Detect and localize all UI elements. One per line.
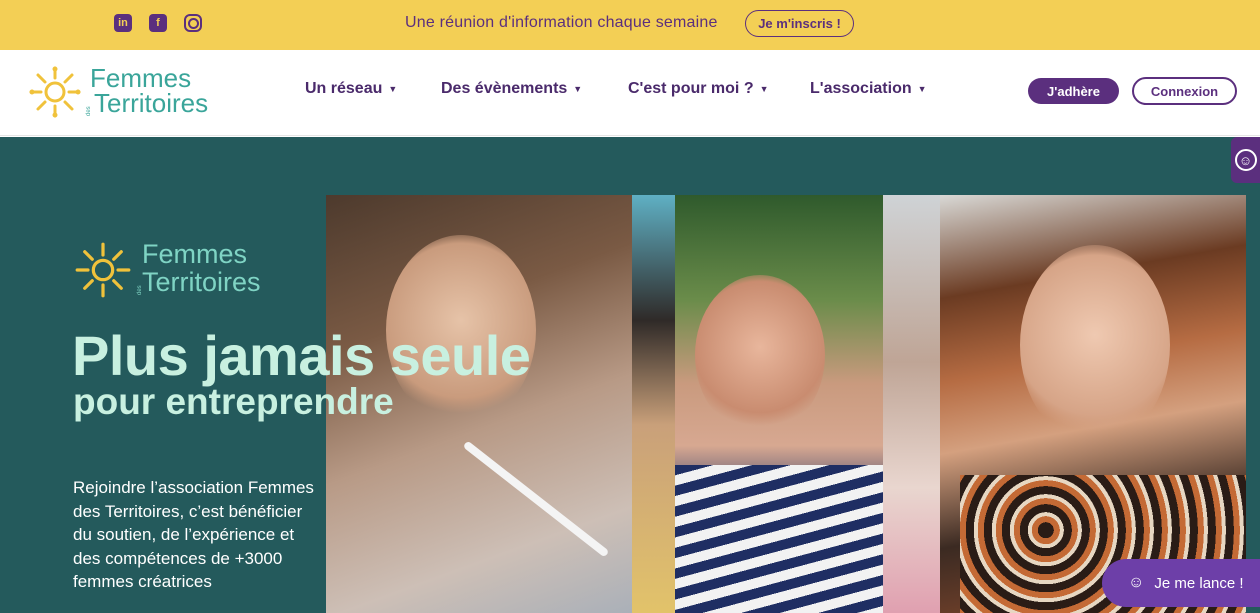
- nav-label: Des évènements: [441, 80, 568, 97]
- nav-cest-pour-moi[interactable]: C'est pour moi ? ▼: [628, 80, 769, 98]
- hero-photo-woman-laughing: [675, 195, 883, 613]
- chat-launcher-button[interactable]: ☺ Je me lance !: [1102, 559, 1260, 607]
- sun-logo-icon: [29, 66, 81, 118]
- nav-un-reseau[interactable]: Un réseau ▼: [305, 80, 397, 98]
- chevron-down-icon: ▼: [759, 84, 769, 94]
- chevron-down-icon: ▼: [917, 84, 927, 94]
- hero-section: Femmes des Territoires Plus jamais seule…: [0, 137, 1260, 613]
- linkedin-icon[interactable]: in: [114, 14, 132, 32]
- accessibility-icon: ☺: [1234, 149, 1257, 171]
- hero-photo-collage: [326, 195, 1246, 613]
- hero-logo-text-territoires: Territoires: [142, 267, 261, 297]
- hero-subtitle: pour entreprendre: [73, 381, 394, 422]
- nav-label: C'est pour moi ?: [628, 80, 754, 97]
- hero-description: Rejoindre l’association Femmes des Terri…: [73, 478, 314, 592]
- join-button[interactable]: J'adhère: [1028, 78, 1119, 104]
- hero-photo-strip-1: [632, 195, 675, 613]
- facebook-icon[interactable]: f: [149, 14, 167, 32]
- smile-icon: ☺: [1128, 574, 1145, 591]
- hero-logo-text-femmes: Femmes: [142, 239, 248, 269]
- logo-text-des: des: [86, 106, 92, 116]
- hero-photo-strip-2: [883, 195, 940, 613]
- nav-label: Un réseau: [305, 80, 383, 97]
- site-header: Femmes des Territoires Un réseau ▼ Des é…: [0, 50, 1260, 136]
- chevron-down-icon: ▼: [388, 84, 398, 94]
- hero-photo-woman-talking: [940, 195, 1246, 613]
- announcement-bar: in f Une réunion d'information chaque se…: [0, 0, 1260, 50]
- chat-label: Je me lance !: [1154, 574, 1244, 592]
- nav-lassociation[interactable]: L'association ▼: [810, 80, 927, 98]
- instagram-icon[interactable]: [184, 14, 202, 32]
- announcement-text: Une réunion d'information chaque semaine: [405, 14, 718, 31]
- chevron-down-icon: ▼: [573, 84, 583, 94]
- hero-title: Plus jamais seule: [72, 324, 531, 387]
- nav-label: L'association: [810, 80, 912, 97]
- sun-logo-icon: [75, 242, 131, 298]
- login-button[interactable]: Connexion: [1132, 77, 1237, 105]
- accessibility-toggle[interactable]: ☺: [1231, 137, 1260, 183]
- logo-text-territoires: Territoires: [94, 88, 209, 118]
- nav-des-evenements[interactable]: Des évènements ▼: [441, 80, 582, 98]
- signup-meeting-button[interactable]: Je m'inscris !: [745, 10, 854, 37]
